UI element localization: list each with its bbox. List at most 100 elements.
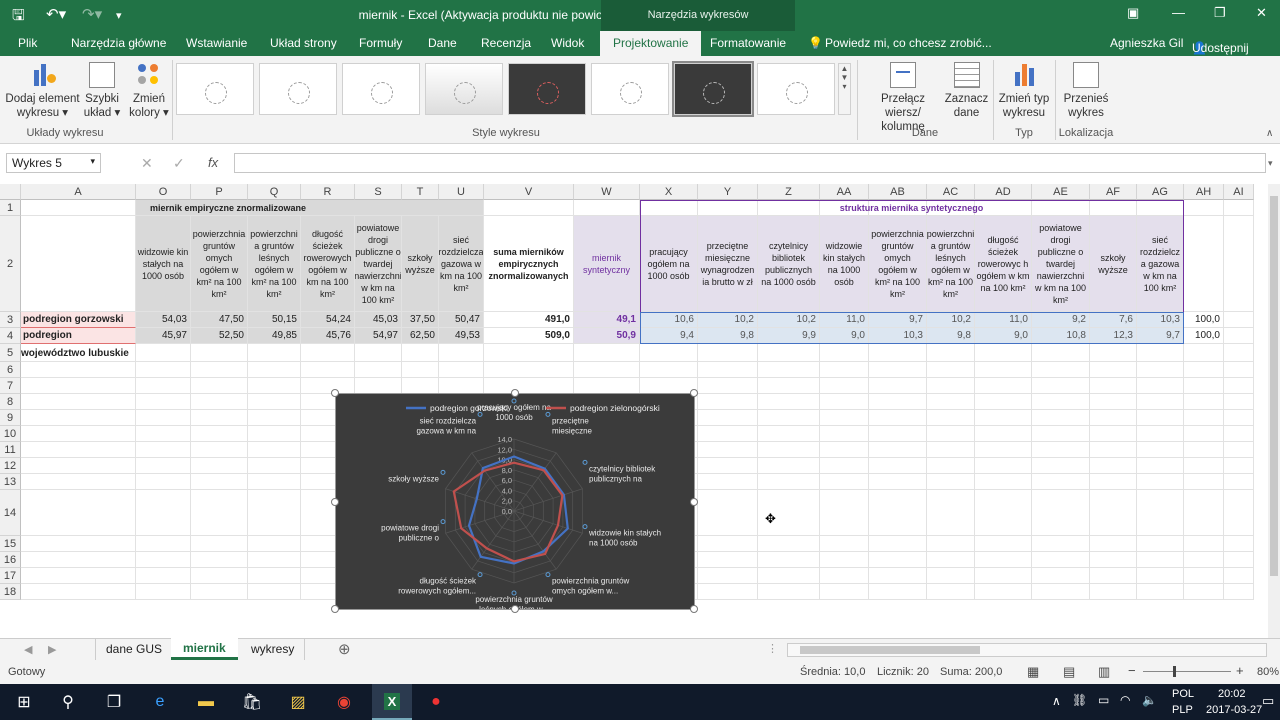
row3-left-6[interactable]: 50,47 <box>439 312 484 328</box>
cell[interactable] <box>927 584 975 600</box>
cell[interactable] <box>927 344 975 362</box>
notifications-icon[interactable]: ▭ <box>1262 693 1274 709</box>
cell[interactable] <box>820 426 869 442</box>
cell[interactable] <box>975 568 1032 584</box>
cell[interactable] <box>1224 442 1254 458</box>
cell[interactable] <box>869 394 927 410</box>
cell[interactable] <box>975 474 1032 490</box>
cell[interactable] <box>1032 442 1090 458</box>
cell[interactable] <box>248 344 301 362</box>
tab-file[interactable]: Plik <box>18 36 37 50</box>
cell[interactable] <box>1184 216 1224 312</box>
radar-chart[interactable]: 0,0 2,0 4,0 6,0 8,0 10,0 12,0 14,0 pracujący ogó… <box>331 389 698 614</box>
switch-row-column-button[interactable]: Przełącz wiersz/ kolumnę <box>862 62 944 134</box>
zoom-out-icon[interactable]: − <box>1128 663 1136 678</box>
row4-left-4[interactable]: 54,97 <box>355 328 402 344</box>
page-layout-view-icon[interactable]: ▤ <box>1063 664 1075 680</box>
row-header-8[interactable]: 8 <box>0 394 21 410</box>
row4-left-5[interactable]: 62,50 <box>402 328 439 344</box>
zoom-level[interactable]: 80% <box>1257 666 1279 678</box>
cell[interactable] <box>191 410 248 426</box>
store-icon[interactable]: 🛍 <box>240 690 264 714</box>
cell[interactable] <box>574 344 640 362</box>
cell[interactable] <box>869 442 927 458</box>
cell[interactable] <box>1090 552 1137 568</box>
cell[interactable] <box>820 410 869 426</box>
row-header-4[interactable]: 4 <box>0 328 21 344</box>
cell[interactable] <box>927 552 975 568</box>
search-icon[interactable]: ⚲ <box>56 690 80 714</box>
cell[interactable] <box>1032 568 1090 584</box>
cell[interactable] <box>21 410 136 426</box>
cell[interactable] <box>698 426 758 442</box>
file-explorer-icon[interactable]: ▬ <box>194 690 218 714</box>
row4-total[interactable]: 100,0 <box>1184 328 1224 344</box>
row4-right-3[interactable]: 9,0 <box>820 328 869 344</box>
cell[interactable] <box>698 362 758 378</box>
cell[interactable] <box>136 344 191 362</box>
cell[interactable] <box>21 584 136 600</box>
cell[interactable] <box>1224 458 1254 474</box>
cell[interactable] <box>1032 536 1090 552</box>
cell[interactable] <box>1224 584 1254 600</box>
cell[interactable] <box>927 442 975 458</box>
cell[interactable] <box>1137 394 1184 410</box>
cell[interactable] <box>191 536 248 552</box>
cell[interactable] <box>698 552 758 568</box>
cell[interactable] <box>21 426 136 442</box>
row4-right-8[interactable]: 12,3 <box>1090 328 1137 344</box>
row-header-2[interactable]: 2 <box>0 216 21 312</box>
cell[interactable] <box>136 536 191 552</box>
cell[interactable] <box>927 426 975 442</box>
cell[interactable] <box>758 344 820 362</box>
cell[interactable] <box>1184 552 1224 568</box>
row4-right-1[interactable]: 9,8 <box>698 328 758 344</box>
cell[interactable] <box>869 362 927 378</box>
cell[interactable] <box>758 584 820 600</box>
cell[interactable] <box>1137 584 1184 600</box>
column-header-z[interactable]: Z <box>758 184 820 200</box>
cell[interactable] <box>484 344 574 362</box>
row3-total[interactable]: 100,0 <box>1184 312 1224 328</box>
network-share-icon[interactable]: ⛓ <box>1072 693 1087 707</box>
user-name[interactable]: Agnieszka Gil <box>1110 36 1183 50</box>
wifi-icon[interactable]: ◠ <box>1120 693 1130 707</box>
row3-right-4[interactable]: 9,7 <box>869 312 927 328</box>
column-header-ae[interactable]: AE <box>1032 184 1090 200</box>
row-header-6[interactable]: 6 <box>0 362 21 378</box>
formula-input[interactable] <box>234 153 1266 173</box>
row4-sum[interactable]: 509,0 <box>484 328 574 344</box>
cell[interactable] <box>758 426 820 442</box>
cell[interactable] <box>975 362 1032 378</box>
cell[interactable] <box>402 344 439 362</box>
cell[interactable] <box>355 362 402 378</box>
ribbon-display-icon[interactable]: ▣ <box>1127 5 1139 21</box>
cell[interactable] <box>191 394 248 410</box>
row-header-16[interactable]: 16 <box>0 552 21 568</box>
cell[interactable] <box>21 458 136 474</box>
cell[interactable] <box>248 442 301 458</box>
cell[interactable] <box>402 362 439 378</box>
vertical-scrollbar[interactable] <box>1268 184 1280 638</box>
cell[interactable] <box>820 378 869 394</box>
column-header-v[interactable]: V <box>484 184 574 200</box>
cell[interactable] <box>574 378 640 394</box>
cell[interactable] <box>1032 362 1090 378</box>
tab-formulas[interactable]: Formuły <box>359 36 402 50</box>
cell[interactable] <box>820 490 869 536</box>
cell[interactable] <box>439 344 484 362</box>
cell[interactable] <box>439 378 484 394</box>
cell[interactable] <box>402 378 439 394</box>
cell[interactable] <box>1090 536 1137 552</box>
cell[interactable] <box>758 458 820 474</box>
cell[interactable] <box>1090 410 1137 426</box>
cell[interactable] <box>698 378 758 394</box>
cell[interactable] <box>869 474 927 490</box>
cell[interactable] <box>1137 410 1184 426</box>
cell[interactable] <box>1224 362 1254 378</box>
cell[interactable] <box>698 474 758 490</box>
resize-handle[interactable] <box>511 605 519 613</box>
prev-sheet-icon[interactable]: ◀ <box>24 643 32 656</box>
cell[interactable] <box>1184 458 1224 474</box>
cell[interactable] <box>1090 490 1137 536</box>
